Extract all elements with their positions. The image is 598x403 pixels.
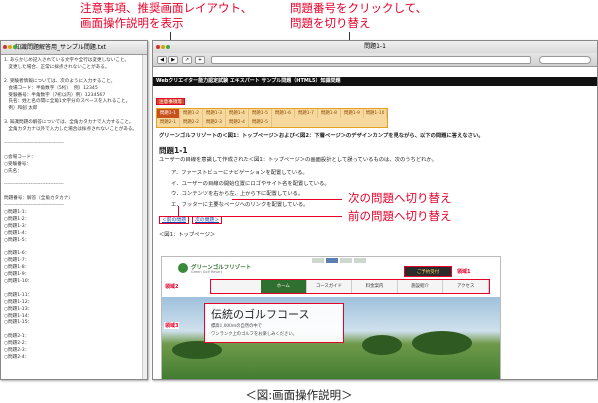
site-header: グリーンゴルフリゾート Green Golf Resort ご予約受付	[162, 257, 500, 277]
question-tab-1-4[interactable]: 問題1-4	[226, 109, 249, 118]
question-tab-2-5[interactable]: 問題2-5	[249, 118, 272, 127]
browser-toolbar: ◀ ▶ ↗ +	[153, 53, 597, 67]
nav-item: コースガイド	[307, 280, 353, 293]
answer-option: イ．ユーザーの目線の開始位置にロゴやサイト名を配置している。	[171, 180, 330, 187]
hero-image: 伝統のゴルフコース 標高1,000ｍの自然の中で ワンランク上のゴルフをお楽しみ…	[162, 297, 500, 379]
contact-button: ご予約受付	[404, 266, 452, 277]
address-bar[interactable]	[211, 56, 531, 64]
leader-line-next	[232, 199, 342, 200]
search-field[interactable]	[539, 56, 591, 64]
browser-title: 問題1-1	[364, 43, 386, 50]
hero-copy-box: 伝統のゴルフコース 標高1,000ｍの自然の中で ワンランク上のゴルフをお楽しみ…	[204, 303, 344, 343]
region-label-1: 領域1	[456, 268, 472, 275]
window-controls[interactable]	[3, 45, 17, 49]
question-tab-2-2[interactable]: 問題2-2	[180, 118, 203, 127]
nav-item: 料金案内	[352, 280, 398, 293]
back-button[interactable]: ◀	[157, 56, 167, 64]
site-logo-sub: Green Golf Resort	[191, 270, 223, 274]
callout-question-switch: 問題番号をクリックして、 問題を切り替え	[290, 1, 427, 31]
figure-main-caption: ＜図:画面操作説明＞	[245, 388, 353, 402]
question-title: 問題1-1	[159, 146, 188, 155]
callout-layout-info: 注意事項、推奨画面レイアウト、 画面操作説明を表示	[80, 1, 252, 31]
question-tab-1-9[interactable]: 問題1-9	[341, 109, 364, 118]
region-label-3: 領域3	[164, 322, 180, 329]
question-tab-1-10[interactable]: 問題1-10	[364, 109, 387, 118]
question-nav-area: 注意事項等 問題1-1 問題1-2 問題1-3 問題1-4 問題1-5 問題1-…	[153, 88, 597, 128]
window-controls[interactable]	[156, 45, 170, 49]
hero-sub-1: 標高1,000ｍの自然の中で	[211, 324, 262, 329]
question-tab-1-3[interactable]: 問題1-3	[203, 109, 226, 118]
figure-caption: ＜図1：トップページ＞	[159, 232, 216, 238]
question-text: ユーザーの目線を意識して作成された＜図1：トップページ＞の画面設計として誤ってい…	[159, 157, 437, 163]
hero-sub-2: ワンランク上のゴルフをお楽しみください。	[211, 332, 297, 337]
callout-next: 次の問題へ切り替え	[348, 191, 452, 205]
notepad-text[interactable]: 1. あらかじめ記入されている文字や全行は変更しないこと。 変更した場合、正常に…	[1, 55, 147, 365]
question-tab-1-7[interactable]: 問題1-7	[295, 109, 318, 118]
notepad-scrollbar[interactable]	[142, 55, 147, 379]
question-lead: グリーンゴルフリゾートの＜図1：トップページ＞および＜図2：下層ページ＞のデザイ…	[159, 133, 484, 139]
question-nav: 問題1-1 問題1-2 問題1-3 問題1-4 問題1-5 問題1-6 問題1-…	[156, 108, 388, 128]
question-tab-1-1[interactable]: 問題1-1	[157, 109, 180, 118]
callout-prev: 前の問題へ切り替え	[348, 209, 452, 223]
callout-layout-info-line2: 画面操作説明を表示	[80, 16, 184, 30]
question-content: グリーンゴルフリゾートの＜図1：トップページ＞および＜図2：下層ページ＞のデザイ…	[153, 128, 597, 243]
nav-item: 施設紹介	[398, 280, 444, 293]
leader-line-prev	[178, 216, 342, 217]
question-tab-1-5[interactable]: 問題1-5	[249, 109, 272, 118]
callout-layout-info-line1: 注意事項、推奨画面レイアウト、	[80, 1, 253, 15]
notice-tab[interactable]: 注意事項等	[156, 98, 185, 105]
question-tab-2-4[interactable]: 問題2-4	[226, 118, 249, 127]
notepad-titlebar: 知識問題解答用_サンプル問題.txt	[1, 41, 147, 55]
answer-option: ア．ファーストビューにナビゲーションを配置している。	[171, 170, 308, 176]
question-tab-1-2[interactable]: 問題1-2	[180, 109, 203, 118]
forward-button[interactable]: ▶	[168, 56, 178, 64]
design-comp-figure: グリーンゴルフリゾート Green Golf Resort ご予約受付 ホーム …	[161, 256, 501, 379]
nav-item: ホーム	[261, 280, 307, 293]
global-nav: ホーム コースガイド 料金案内 施設紹介 アクセス	[210, 279, 490, 294]
logo-icon	[178, 263, 188, 273]
notepad-title: 知識問題解答用_サンプル問題.txt	[15, 44, 106, 51]
question-tab-2-1[interactable]: 問題2-1	[157, 118, 180, 127]
question-row-1: 問題1-1 問題1-2 問題1-3 問題1-4 問題1-5 問題1-6 問題1-…	[157, 109, 387, 118]
share-button[interactable]: ↗	[182, 56, 192, 64]
notepad-window: 知識問題解答用_サンプル問題.txt 1. あらかじめ記入されている文字や全行は…	[0, 40, 148, 380]
hero-title: 伝統のゴルフコース	[211, 308, 310, 321]
prev-question-button[interactable]: ＜前の問題	[159, 216, 189, 224]
question-tab-2-3[interactable]: 問題2-3	[203, 118, 226, 127]
exam-title-bar: Webクリエイター能力認定試験 エキスパート サンプル問題（HTML5）知識問題	[153, 77, 597, 86]
region-label-2: 領域2	[164, 283, 180, 290]
add-tab-button[interactable]: +	[195, 56, 205, 64]
browser-titlebar: 問題1-1	[153, 41, 597, 53]
callout-question-switch-line1: 問題番号をクリックして、	[290, 1, 428, 15]
callout-question-switch-line2: 問題を切り替え	[290, 16, 371, 30]
question-tab-1-8[interactable]: 問題1-8	[318, 109, 341, 118]
nav-item: アクセス	[443, 280, 489, 293]
question-tab-1-6[interactable]: 問題1-6	[272, 109, 295, 118]
question-row-2: 問題2-1 問題2-2 問題2-3 問題2-4 問題2-5	[157, 118, 387, 127]
next-question-button[interactable]: 次の問題＞	[192, 216, 222, 224]
utility-links	[312, 258, 366, 263]
